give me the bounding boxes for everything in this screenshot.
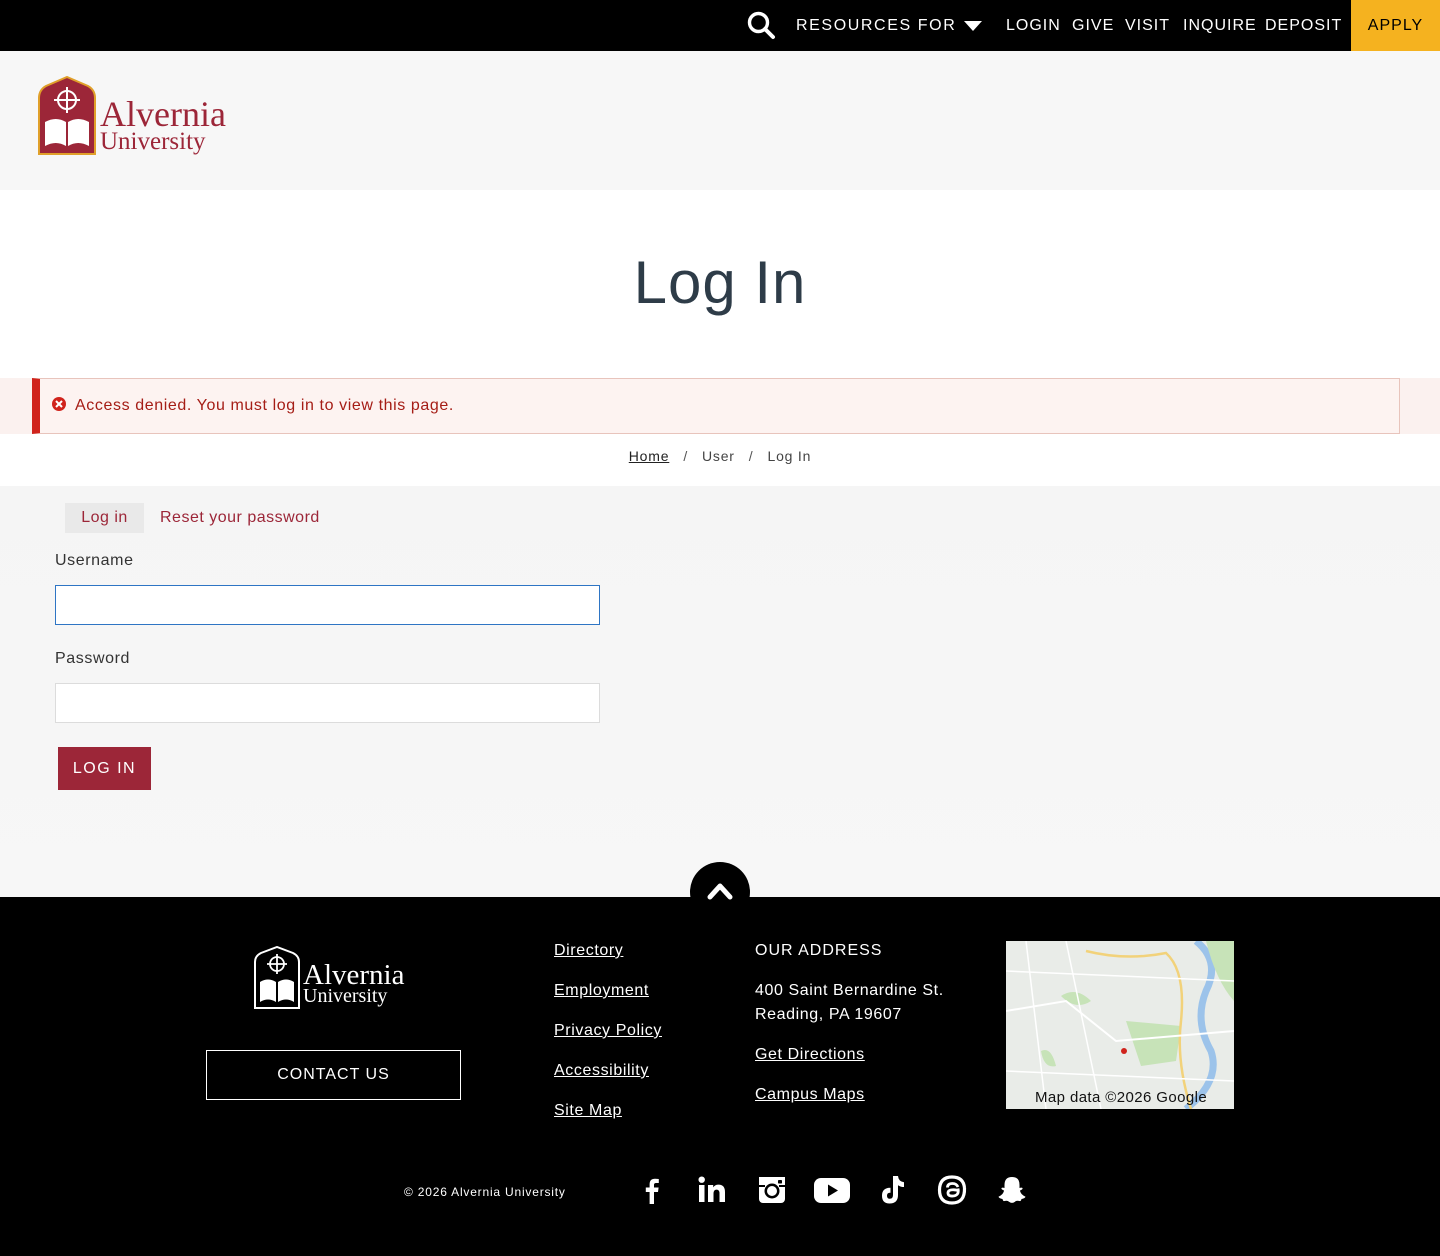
footer-link-accessibility[interactable]: Accessibility: [554, 1062, 649, 1080]
nav-give-link[interactable]: GIVE: [1072, 0, 1114, 51]
map-tiles: [1006, 941, 1234, 1109]
svg-text:University: University: [303, 985, 387, 1007]
error-circle-icon: [52, 397, 66, 411]
breadcrumb-current: Log In: [767, 448, 812, 464]
password-input[interactable]: [55, 683, 600, 723]
tiktok-icon[interactable]: [876, 1174, 908, 1206]
nav-inquire-link[interactable]: INQUIRE: [1183, 0, 1257, 51]
facebook-icon[interactable]: [636, 1174, 668, 1206]
chevron-up-icon: [707, 883, 733, 900]
breadcrumb-separator: /: [748, 448, 754, 464]
log-in-button[interactable]: LOG IN: [58, 747, 151, 790]
nav-visit-link[interactable]: VISIT: [1125, 0, 1170, 51]
contact-us-button[interactable]: CONTACT US: [206, 1050, 461, 1100]
nav-login-link[interactable]: LOGIN: [1006, 0, 1061, 51]
svg-text:University: University: [100, 128, 206, 155]
address-line-2: Reading, PA 19607: [755, 1006, 902, 1023]
password-label: Password: [55, 650, 131, 667]
footer-alvernia-logo[interactable]: Alvernia University: [253, 946, 418, 1010]
breadcrumb-separator: /: [683, 448, 689, 464]
instagram-icon[interactable]: [756, 1174, 788, 1206]
footer-link-site-map[interactable]: Site Map: [554, 1102, 622, 1120]
footer-link-directory[interactable]: Directory: [554, 942, 623, 960]
breadcrumb: Home / User / Log In: [0, 448, 1440, 464]
alert-message: Access denied. You must log in to view t…: [75, 397, 454, 414]
linkedin-icon[interactable]: [696, 1174, 728, 1206]
nav-deposit-link[interactable]: DEPOSIT: [1265, 0, 1342, 51]
campus-maps-link[interactable]: Campus Maps: [755, 1086, 865, 1104]
utility-nav-bar: RESOURCES FOR LOGIN GIVE VISIT INQUIRE D…: [0, 0, 1440, 51]
breadcrumb-user: User: [702, 448, 735, 464]
address-heading: OUR ADDRESS: [755, 942, 883, 959]
snapchat-icon[interactable]: [996, 1174, 1028, 1206]
page-title: Log In: [633, 249, 807, 316]
get-directions-link[interactable]: Get Directions: [755, 1046, 865, 1064]
chevron-down-icon[interactable]: [963, 20, 983, 32]
google-map[interactable]: Map data ©2026 Google: [1006, 941, 1234, 1109]
site-header: Alvernia University: [0, 51, 1440, 190]
tab-reset-password[interactable]: Reset your password: [160, 503, 320, 533]
address-line-1: 400 Saint Bernardine St.: [755, 982, 944, 999]
footer-link-privacy[interactable]: Privacy Policy: [554, 1022, 662, 1040]
threads-icon[interactable]: [936, 1174, 968, 1206]
back-to-top-button[interactable]: [690, 862, 750, 922]
username-label: Username: [55, 552, 134, 569]
breadcrumb-home[interactable]: Home: [629, 448, 670, 464]
copyright-text: © 2026 Alvernia University: [404, 1185, 566, 1199]
tab-log-in[interactable]: Log in: [65, 503, 144, 533]
resources-for-menu[interactable]: RESOURCES FOR: [796, 0, 956, 51]
footer-link-employment[interactable]: Employment: [554, 982, 649, 1000]
alvernia-logo[interactable]: Alvernia University: [36, 76, 246, 156]
username-input[interactable]: [55, 585, 600, 625]
map-credit: Map data ©2026 Google: [1035, 1089, 1208, 1106]
youtube-icon[interactable]: [813, 1174, 851, 1206]
error-alert: Access denied. You must log in to view t…: [32, 378, 1400, 434]
search-icon[interactable]: [746, 10, 776, 40]
apply-button[interactable]: APPLY: [1351, 0, 1440, 51]
